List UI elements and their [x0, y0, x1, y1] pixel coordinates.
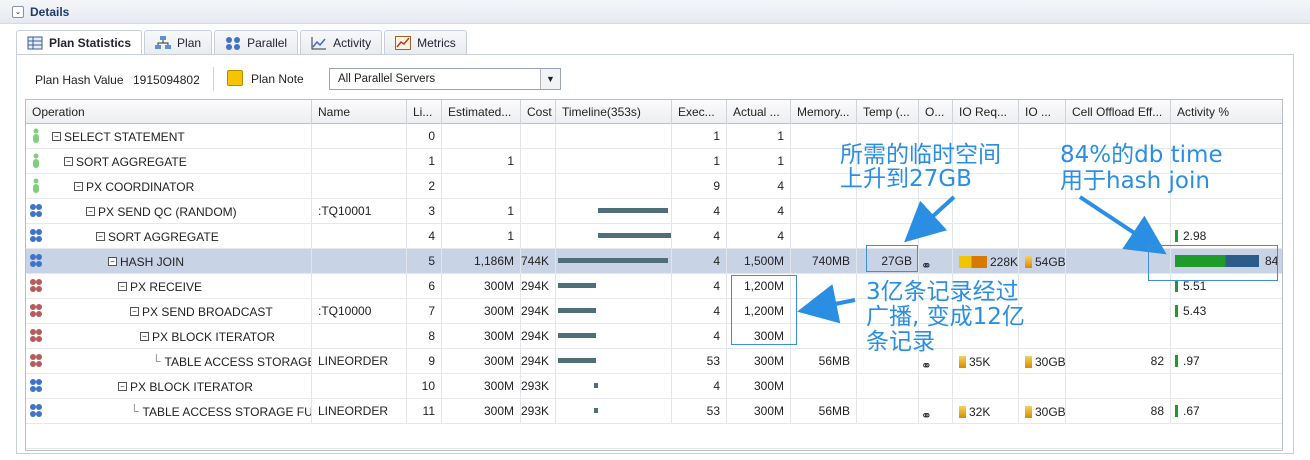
activity-highlight-box — [1148, 245, 1278, 281]
dbtime-annotation-line1: 84%的db time — [1060, 142, 1223, 168]
arrow-to-temp — [904, 195, 956, 243]
temp-annotation-line2: 上升到27GB — [840, 166, 972, 192]
broadcast-annotation-line2: 广播, 变成12亿 — [866, 304, 1025, 330]
arrow-to-activity — [1078, 195, 1167, 255]
actual-rows-highlight-box — [731, 275, 797, 345]
broadcast-annotation-line3: 条记录 — [866, 329, 935, 355]
temp-highlight-box — [866, 245, 918, 272]
broadcast-annotation-line1: 3亿条记录经过 — [866, 279, 1019, 305]
dbtime-annotation-line2: 用于hash join — [1060, 168, 1210, 194]
temp-annotation-line1: 所需的临时空间 — [840, 142, 1001, 168]
arrow-to-actual — [797, 284, 856, 324]
annotation-arrows — [797, 195, 1167, 324]
